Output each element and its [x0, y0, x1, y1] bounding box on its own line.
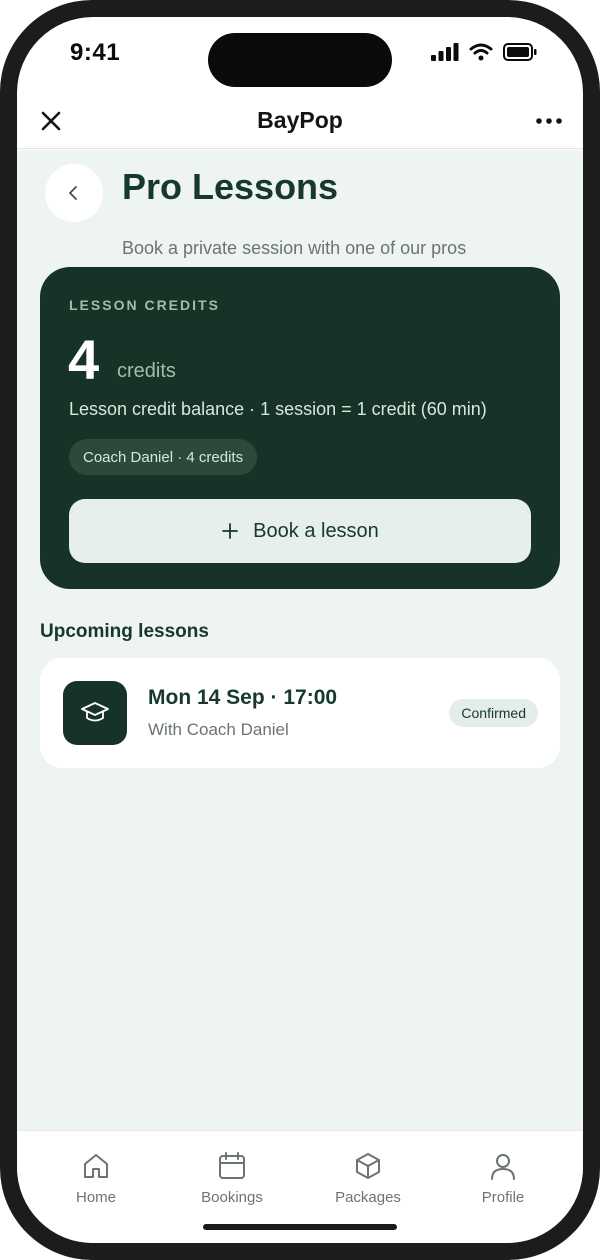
- tab-profile-label: Profile: [481, 1189, 525, 1206]
- credits-count: 4: [68, 328, 100, 391]
- person-icon: [491, 1154, 515, 1180]
- package-icon: [356, 1153, 380, 1179]
- status-time: 9:41: [70, 39, 121, 66]
- signal-icon: [431, 43, 459, 61]
- lesson-thumbnail: [63, 681, 127, 745]
- tab-home[interactable]: Home: [36, 1151, 156, 1206]
- screen: 9:41 BayPop Pro Lessons Book a private s…: [17, 17, 583, 1243]
- more-icon[interactable]: [535, 107, 563, 135]
- book-lesson-button[interactable]: Book a lesson: [69, 499, 531, 563]
- lesson-card[interactable]: Mon 14 Sep · 17:00 With Coach Daniel Con…: [40, 658, 560, 768]
- tab-bookings-label: Bookings: [201, 1189, 263, 1206]
- tab-profile[interactable]: Profile: [443, 1151, 563, 1206]
- dynamic-island: [208, 33, 392, 87]
- home-icon: [84, 1154, 108, 1178]
- coach-chip: Coach Daniel · 4 credits: [69, 439, 258, 475]
- status-icons: [431, 43, 537, 61]
- tab-bookings[interactable]: Bookings: [172, 1151, 292, 1206]
- upcoming-lessons-title: Upcoming lessons: [40, 621, 209, 642]
- page-subtitle: Book a private session with one of our p…: [122, 238, 467, 258]
- plus-icon: [222, 523, 239, 539]
- graduation-cap-icon: [81, 702, 109, 722]
- phone-frame: 9:41 BayPop Pro Lessons Book a private s…: [0, 0, 600, 1260]
- back-button[interactable]: [45, 164, 103, 222]
- app-title: BayPop: [257, 107, 343, 133]
- lesson-credits-card: LESSON CREDITS 4 credits Lesson credit b…: [40, 267, 560, 589]
- calendar-icon: [219, 1152, 245, 1179]
- credits-description: Lesson credit balance · 1 session = 1 cr…: [69, 399, 487, 419]
- status-badge: Confirmed: [449, 699, 538, 727]
- page-title: Pro Lessons: [122, 166, 339, 207]
- credits-unit: credits: [117, 360, 176, 382]
- tab-packages[interactable]: Packages: [308, 1151, 428, 1206]
- credits-label: LESSON CREDITS: [69, 297, 220, 313]
- book-lesson-label: Book a lesson: [253, 519, 379, 542]
- home-indicator[interactable]: [203, 1224, 397, 1230]
- wifi-icon: [469, 43, 493, 61]
- tab-home-label: Home: [75, 1189, 116, 1206]
- battery-icon: [503, 43, 537, 61]
- lesson-coach: With Coach Daniel: [148, 720, 289, 739]
- page-content: Pro Lessons Book a private session with …: [17, 150, 583, 1130]
- lesson-datetime: Mon 14 Sep · 17:00: [148, 686, 338, 709]
- chevron-left-icon: [69, 186, 77, 200]
- app-bar: BayPop: [17, 97, 583, 149]
- tab-packages-label: Packages: [335, 1189, 401, 1206]
